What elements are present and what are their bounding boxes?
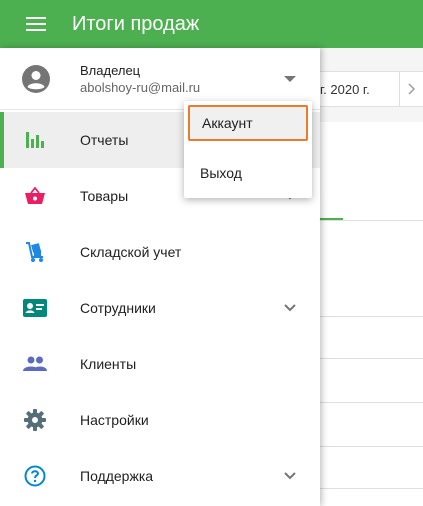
nav-item-label: Товары — [80, 188, 129, 204]
report-card — [320, 122, 423, 506]
menu-item-logout[interactable]: Выход — [184, 155, 312, 191]
divider — [320, 446, 423, 447]
menu-item-label: Выход — [200, 165, 242, 181]
nav-item-clients[interactable]: Клиенты — [0, 336, 320, 392]
account-name: Владелец — [80, 63, 141, 78]
account-email: abolshoy-ru@mail.ru — [80, 80, 201, 95]
hamburger-icon — [26, 17, 46, 31]
nav-item-label: Отчеты — [80, 132, 129, 148]
nav-item-support[interactable]: Поддержка — [0, 448, 320, 504]
nav-item-label: Складской учет — [80, 244, 182, 260]
warehouse-cart-icon — [23, 240, 47, 264]
avatar-icon — [22, 65, 50, 93]
chevron-right-icon — [407, 83, 415, 95]
people-icon — [23, 352, 47, 376]
nav-item-label: Настройки — [80, 412, 149, 428]
bar-chart-icon — [23, 128, 47, 152]
divider — [320, 220, 423, 221]
gear-icon — [23, 408, 47, 432]
divider — [320, 402, 423, 403]
nav-item-employees[interactable]: Сотрудники — [0, 280, 320, 336]
account-dropdown-caret-icon[interactable] — [284, 76, 296, 82]
nav-item-inventory[interactable]: Складской учет — [0, 224, 320, 280]
nav-item-label: Сотрудники — [80, 300, 156, 316]
badge-icon — [23, 296, 47, 320]
divider — [320, 316, 423, 317]
date-range-label: г. 2020 г. — [320, 81, 370, 97]
menu-item-label: Аккаунт — [202, 115, 253, 131]
date-range-bar: г. 2020 г. — [320, 71, 423, 107]
nav-item-settings[interactable]: Настройки — [0, 392, 320, 448]
nav-item-label: Клиенты — [80, 356, 137, 372]
chevron-down-icon — [284, 472, 296, 480]
nav-item-label: Поддержка — [80, 468, 154, 484]
next-period-button[interactable] — [399, 71, 423, 107]
menu-item-account[interactable]: Аккаунт — [188, 105, 308, 141]
help-icon — [23, 464, 47, 488]
basket-icon — [23, 184, 47, 208]
app-bar: Итоги продаж — [0, 0, 423, 48]
account-menu-popup: Аккаунт Выход — [184, 101, 312, 198]
menu-button[interactable] — [0, 0, 72, 48]
divider — [320, 358, 423, 359]
page-title: Итоги продаж — [72, 12, 200, 35]
chevron-down-icon — [284, 304, 296, 312]
divider — [320, 488, 423, 489]
